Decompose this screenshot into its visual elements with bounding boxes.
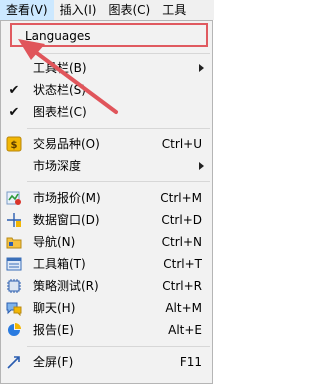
menu-tools[interactable]: 工具 [156,0,192,20]
menu-item-label: 导航(N) [33,235,76,249]
menu-item-label: 报告(E) [33,323,74,337]
menu-item-data-window[interactable]: 数据窗口(D) Ctrl+D [3,209,210,231]
menu-item-shortcut: Ctrl+T [163,257,202,271]
chip-icon [6,278,22,294]
submenu-arrow-icon [199,64,204,72]
menu-item-chat[interactable]: 聊天(H) Alt+M [3,297,210,319]
menu-item-shortcut: Ctrl+M [160,191,202,205]
menu-item-shortcut: Ctrl+D [161,213,202,227]
menu-separator [27,346,210,347]
menu-item-toolbar[interactable]: 工具栏(B) [3,57,210,79]
crosshair-icon [6,212,22,228]
menu-item-label: 市场报价(M) [33,191,101,205]
menu-item-strategy-tester[interactable]: 策略测试(R) Ctrl+R [3,275,210,297]
menu-item-toolbox[interactable]: 工具箱(T) Ctrl+T [3,253,210,275]
submenu-arrow-icon [199,162,204,170]
menu-item-label: 图表栏(C) [33,105,87,119]
menu-item-shortcut: Ctrl+U [161,137,202,151]
view-dropdown-menu: Languages 工具栏(B) ✔ 状态栏(S) ✔ 图表栏(C) $ 交易品… [0,20,213,384]
menu-separator [27,181,210,182]
menu-item-label: 工具箱(T) [33,257,86,271]
menu-charts[interactable]: 图表(C) [102,0,156,20]
menu-bar: 查看(V) 插入(I) 图表(C) 工具 [0,0,214,20]
menu-insert[interactable]: 插入(I) [54,0,103,20]
menu-item-chartbar[interactable]: ✔ 图表栏(C) [3,101,210,123]
menu-item-label: 数据窗口(D) [33,213,100,227]
menu-view[interactable]: 查看(V) [0,0,54,20]
menu-item-shortcut: Ctrl+N [161,235,202,249]
menu-item-label: 全屏(F) [33,355,74,369]
menu-item-reports[interactable]: 报告(E) Alt+E [3,319,210,341]
menu-item-symbols[interactable]: $ 交易品种(O) Ctrl+U [3,133,210,155]
menu-item-navigator[interactable]: 导航(N) Ctrl+N [3,231,210,253]
menu-item-market-depth[interactable]: 市场深度 [3,155,210,177]
menu-item-market-watch[interactable]: 市场报价(M) Ctrl+M [3,187,210,209]
menu-item-shortcut: Ctrl+R [162,279,202,293]
chat-icon [6,300,22,316]
dollar-icon: $ [6,136,22,152]
menu-item-label: 聊天(H) [33,301,76,315]
menu-item-statusbar[interactable]: ✔ 状态栏(S) [3,79,210,101]
market-watch-icon [6,190,22,206]
menu-item-label: 交易品种(O) [33,137,100,151]
menu-item-shortcut: Alt+E [168,323,202,337]
menu-item-label: 策略测试(R) [33,279,99,293]
menu-separator [27,53,210,54]
menu-item-shortcut: F11 [179,355,202,369]
menu-item-label: 工具栏(B) [33,61,87,75]
report-icon [6,322,22,338]
checkmark-icon: ✔ [8,82,20,98]
checkmark-icon: ✔ [8,104,20,120]
menu-item-shortcut: Alt+M [165,301,202,315]
toolbox-icon [6,256,22,272]
menu-item-fullscreen[interactable]: 全屏(F) F11 [3,351,210,373]
menu-item-label: 状态栏(S) [33,83,86,97]
svg-text:$: $ [11,140,18,151]
menu-item-label: 市场深度 [33,159,82,173]
folder-icon [6,234,22,250]
menu-separator [27,128,210,129]
fullscreen-icon [6,354,22,370]
annotation-highlight-box [10,23,208,47]
